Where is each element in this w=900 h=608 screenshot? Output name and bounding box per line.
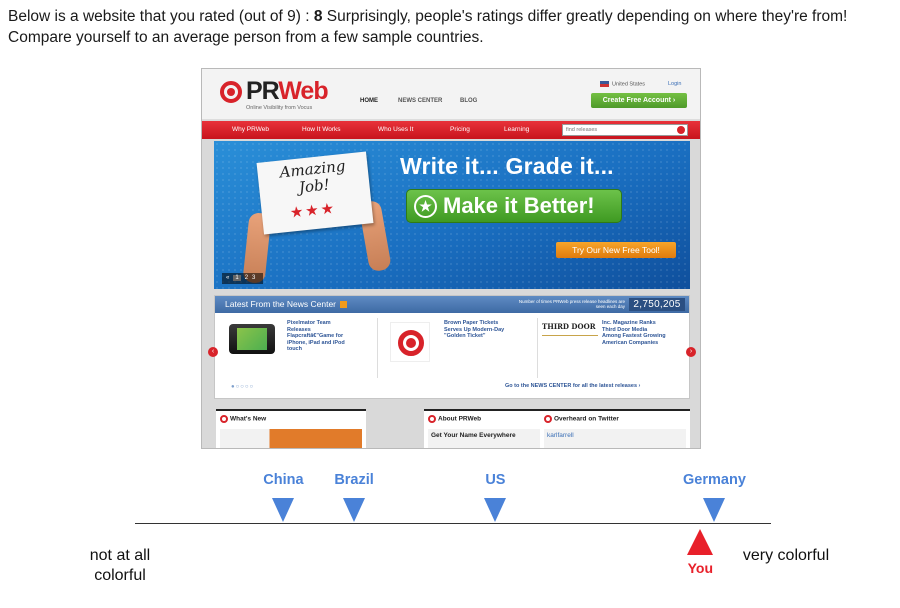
try-free-tool-button: Try Our New Free Tool! <box>556 242 676 258</box>
make-it-better-button: ★ Make it Better! <box>406 189 622 223</box>
whats-new-icon <box>220 415 228 423</box>
twitter-icon <box>544 415 552 423</box>
prweb-icon <box>428 415 436 423</box>
nav-pricing: Pricing <box>450 126 470 133</box>
twitter-panel: Overheard on Twitter karlfarrell <box>540 409 690 448</box>
country-label-germany: Germany <box>683 472 746 488</box>
logo-tagline: Online Visibility from Vocus <box>246 105 313 111</box>
nav-home: HOME <box>360 98 378 104</box>
news-item: THIRD DOOR Inc. Magazine Ranks Third Doo… <box>537 318 689 378</box>
country-marker-brazil <box>343 498 366 522</box>
login-link: Login <box>668 81 682 87</box>
country-label-us: US <box>485 472 506 488</box>
target-logo-icon <box>390 322 430 362</box>
headline-counter: 2,750,205 <box>629 298 685 311</box>
intro-text: Below is a website that you rated (out o… <box>8 6 892 48</box>
main-nav: Why PRWeb How It Works Who Uses It Prici… <box>202 121 700 139</box>
site-header: PRWeb Online Visibility from Vocus HOME … <box>202 69 700 120</box>
locale-selector: United States <box>600 81 645 87</box>
nav-news-center: NEWS CENTER <box>398 98 443 104</box>
nav-learning: Learning <box>504 126 530 133</box>
nav-blog: BLOG <box>460 98 478 104</box>
scale-max-label: very colorful <box>742 547 830 564</box>
hero-banner: Amazing Job! ★★★ Write it... Grade it...… <box>214 141 690 289</box>
carousel-dots: ●○○○○ <box>231 384 255 390</box>
scale-min-label: not at all colorful <box>89 547 151 584</box>
news-item: Pixelmator Team Releases Flapcraftâ€"Gam… <box>215 318 375 378</box>
rss-icon <box>340 301 348 309</box>
search-icon <box>677 126 685 134</box>
prev-arrow-icon: ‹ <box>208 347 218 357</box>
nav-why-prweb: Why PRWeb <box>232 126 269 133</box>
third-door-logo: THIRD DOOR <box>542 322 598 336</box>
scale-axis <box>135 523 771 524</box>
news-center-link: Go to the NEWS CENTER for all the latest… <box>505 383 641 389</box>
whats-new-panel: What's New <box>216 409 366 448</box>
you-label: You <box>687 560 714 576</box>
news-item: Brown Paper Tickets Serves Up Modern-Day… <box>377 318 535 378</box>
nav-who-uses-it: Who Uses It <box>378 126 414 133</box>
create-account-button: Create Free Account › <box>591 93 687 108</box>
prweb-logo: PRWeb <box>246 77 329 105</box>
country-marker-us <box>484 498 507 522</box>
hero-headline: Write it... Grade it... <box>400 153 614 179</box>
latest-title: Latest From the News Center <box>225 299 348 309</box>
intro-before: Below is a website that you rated (out o… <box>8 8 314 25</box>
country-label-china: China <box>263 472 304 488</box>
star-icons: ★★★ <box>289 199 337 222</box>
amazing-job-sign: Amazing Job! ★★★ <box>256 151 374 235</box>
star-icon: ★ <box>414 195 437 218</box>
country-label-brazil: Brazil <box>334 472 374 488</box>
website-screenshot: PRWeb Online Visibility from Vocus HOME … <box>201 68 701 449</box>
nav-how-it-works: How It Works <box>302 126 341 133</box>
iphone-thumbnail <box>229 324 275 354</box>
country-marker-china <box>272 498 295 522</box>
prweb-logo-icon <box>220 81 242 103</box>
counter-label: Number of times PRWeb press release head… <box>518 299 625 309</box>
next-arrow-icon: › <box>686 347 696 357</box>
find-releases-input: find releases <box>562 124 688 136</box>
latest-news: Latest From the News Center Number of ti… <box>214 295 690 399</box>
us-flag-icon <box>600 81 609 87</box>
hero-pager: «1 2 3 <box>222 273 264 284</box>
you-marker <box>687 529 714 555</box>
country-marker-germany <box>703 498 726 522</box>
